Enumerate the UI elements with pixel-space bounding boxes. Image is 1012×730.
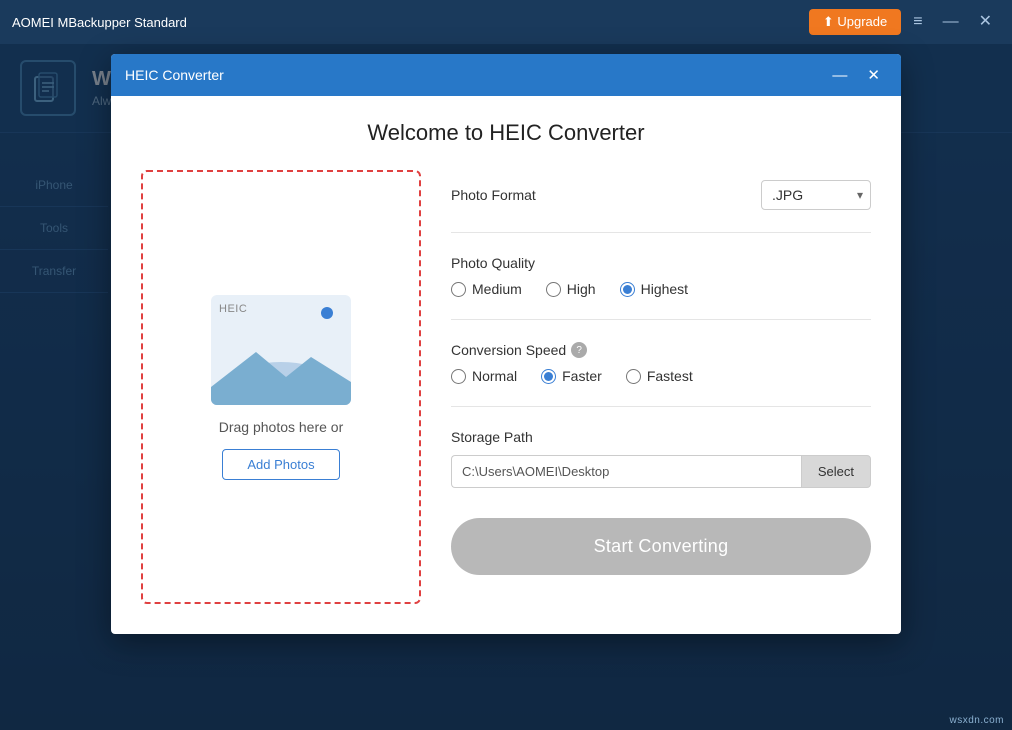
divider-2 (451, 319, 871, 320)
quality-highest-radio[interactable] (620, 282, 635, 297)
heic-image-svg (211, 327, 351, 405)
heic-converter-dialog: HEIC Converter — ✕ Welcome to HEIC Conve… (111, 54, 901, 634)
conversion-speed-label: Conversion Speed ? (451, 342, 587, 358)
storage-input-group: Select (451, 455, 871, 488)
speed-normal-radio[interactable] (451, 369, 466, 384)
quality-medium-label: Medium (472, 281, 522, 297)
speed-faster-option[interactable]: Faster (541, 368, 602, 384)
speed-normal-label: Normal (472, 368, 517, 384)
app-title-bar-left: AOMEI MBackupper Standard (12, 15, 187, 30)
start-converting-button[interactable]: Start Converting (451, 518, 871, 575)
dialog-close-button[interactable]: ✕ (860, 64, 887, 86)
heic-dot-decoration (321, 307, 333, 319)
dialog-overlay: HEIC Converter — ✕ Welcome to HEIC Conve… (0, 44, 1012, 730)
photo-quality-label: Photo Quality (451, 255, 535, 271)
dialog-body: Welcome to HEIC Converter HEIC Drag phot… (111, 96, 901, 634)
upgrade-button[interactable]: ⬆ Upgrade (809, 9, 901, 35)
app-title-label: AOMEI MBackupper Standard (12, 15, 187, 30)
quality-medium-option[interactable]: Medium (451, 281, 522, 297)
add-photos-button[interactable]: Add Photos (222, 449, 339, 480)
speed-fastest-label: Fastest (647, 368, 693, 384)
drag-photos-text: Drag photos here or (219, 419, 344, 435)
quality-high-option[interactable]: High (546, 281, 596, 297)
settings-panel: Photo Format .JPG .PNG Photo (451, 170, 871, 604)
conversion-speed-radio-group: Normal Faster Fastest (451, 368, 693, 384)
photo-drop-zone[interactable]: HEIC Drag photos here or Add Photos (141, 170, 421, 604)
conversion-speed-row: Conversion Speed ? Normal Faster (451, 342, 871, 384)
photo-quality-row: Photo Quality Medium High (451, 255, 871, 297)
quality-medium-radio[interactable] (451, 282, 466, 297)
storage-select-button[interactable]: Select (801, 455, 871, 488)
dialog-title: HEIC Converter (125, 67, 224, 83)
heic-file-label: HEIC (219, 303, 247, 315)
help-icon[interactable]: ? (571, 342, 587, 358)
title-bar: AOMEI MBackupper Standard ⬆ Upgrade ≡ — … (0, 0, 1012, 44)
photo-format-select[interactable]: .JPG .PNG (761, 180, 871, 210)
storage-path-input[interactable] (451, 455, 801, 488)
photo-quality-radio-group: Medium High Highest (451, 281, 688, 297)
dialog-win-buttons: — ✕ (825, 64, 887, 86)
menu-button[interactable]: ≡ (905, 10, 930, 34)
speed-faster-label: Faster (562, 368, 602, 384)
divider-1 (451, 232, 871, 233)
dialog-titlebar: HEIC Converter — ✕ (111, 54, 901, 96)
storage-path-row: Storage Path Select (451, 429, 871, 488)
photo-format-label-row: Photo Format .JPG .PNG (451, 180, 871, 210)
quality-high-label: High (567, 281, 596, 297)
close-button[interactable]: ✕ (971, 10, 1000, 34)
quality-highest-option[interactable]: Highest (620, 281, 688, 297)
speed-fastest-option[interactable]: Fastest (626, 368, 693, 384)
minimize-button[interactable]: — (935, 10, 967, 34)
photo-format-label: Photo Format (451, 187, 536, 203)
speed-fastest-radio[interactable] (626, 369, 641, 384)
speed-normal-option[interactable]: Normal (451, 368, 517, 384)
title-bar-right: ⬆ Upgrade ≡ — ✕ (809, 9, 1000, 35)
conversion-speed-text: Conversion Speed (451, 342, 566, 358)
watermark: wsxdn.com (949, 715, 1004, 726)
storage-path-label: Storage Path (451, 429, 871, 445)
heic-preview-image: HEIC (211, 295, 351, 405)
quality-high-radio[interactable] (546, 282, 561, 297)
divider-3 (451, 406, 871, 407)
dialog-heading: Welcome to HEIC Converter (141, 120, 871, 146)
dialog-minimize-button[interactable]: — (825, 64, 854, 86)
photo-format-select-wrapper[interactable]: .JPG .PNG (761, 180, 871, 210)
speed-faster-radio[interactable] (541, 369, 556, 384)
quality-highest-label: Highest (641, 281, 688, 297)
photo-format-row: Photo Format .JPG .PNG (451, 180, 871, 210)
dialog-content: HEIC Drag photos here or Add Photos (141, 170, 871, 604)
